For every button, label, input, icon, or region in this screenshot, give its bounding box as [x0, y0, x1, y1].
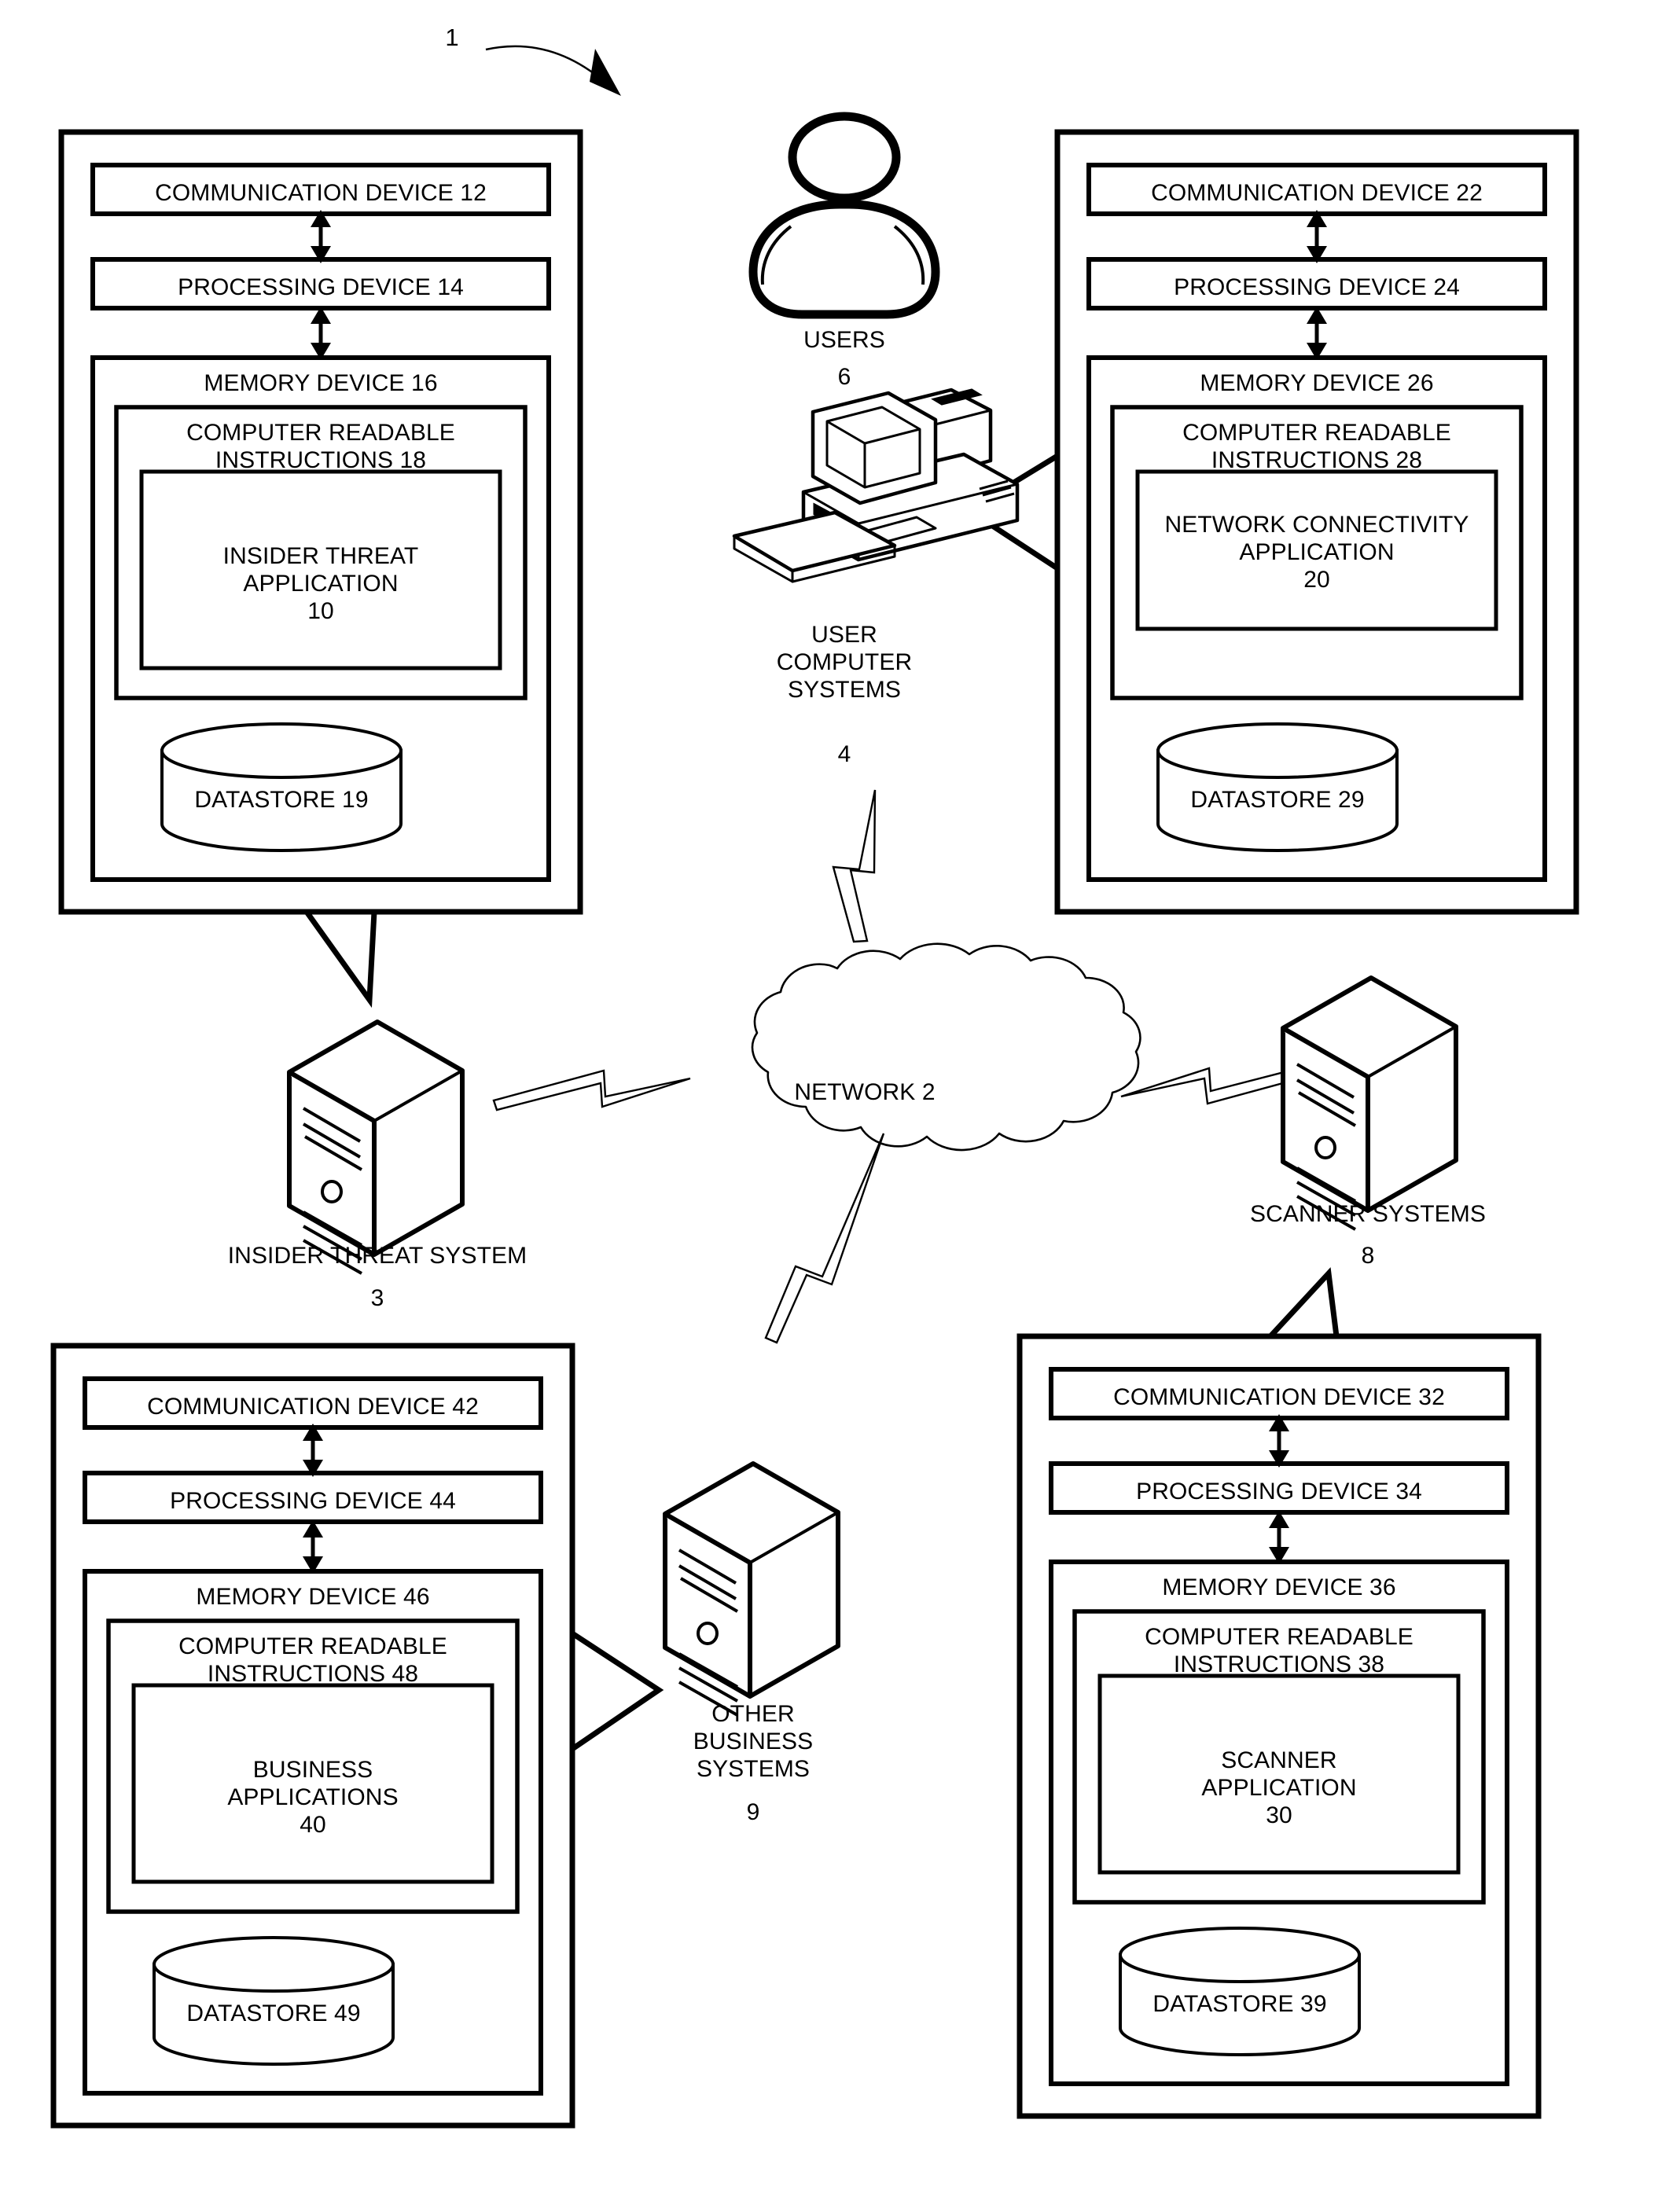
scanner-memory-device-label: MEMORY DEVICE 36	[1162, 1574, 1396, 1600]
scanner-communication-device-label: COMMUNICATION DEVICE 32	[1113, 1384, 1445, 1410]
insider-threat-datastore-label: DATASTORE 19	[194, 787, 369, 813]
user-computer-datastore-label: DATASTORE 29	[1190, 787, 1365, 813]
scanner-server-icon	[1281, 975, 1458, 1231]
network-cloud	[751, 942, 1141, 1152]
scanner-application-label: SCANNER APPLICATION 30	[1201, 1747, 1357, 1829]
scanner-datastore-label: DATASTORE 39	[1152, 1991, 1327, 2017]
other-business-application-label: BUSINESS APPLICATIONS 40	[227, 1757, 399, 1839]
network-link-bottom	[764, 1133, 885, 1344]
other-business-processing-device-label: PROCESSING DEVICE 44	[170, 1488, 456, 1514]
insider-threat-server-icon	[287, 1020, 465, 1275]
insider-threat-communication-device-label: COMMUNICATION DEVICE 12	[155, 180, 487, 206]
patent-figure-1: 1 COMMUNICATION DEVICE 12 PROCESSING DEV…	[0, 0, 1680, 2208]
scanner-processing-device-label: PROCESSING DEVICE 34	[1136, 1479, 1422, 1504]
user-computer-cri-label: COMPUTER READABLE INSTRUCTIONS 28	[1182, 420, 1451, 474]
figure-reference-arrow	[485, 45, 621, 96]
other-business-systems-label: OTHER BUSINESS SYSTEMS	[693, 1701, 814, 1783]
user-computer-communication-device-label: COMMUNICATION DEVICE 22	[1151, 180, 1483, 206]
network-link-top	[832, 789, 877, 943]
user-computer-systems-reference-numeral: 4	[837, 741, 851, 767]
insider-threat-processing-device-label: PROCESSING DEVICE 14	[178, 274, 464, 300]
insider-threat-application-label: INSIDER THREAT APPLICATION 10	[222, 543, 419, 625]
network-cloud-label: NETWORK 2	[794, 1079, 936, 1105]
other-business-memory-device-label: MEMORY DEVICE 46	[196, 1584, 430, 1610]
user-computer-application-label: NETWORK CONNECTIVITY APPLICATION 20	[1164, 512, 1469, 593]
insider-threat-cri-label: COMPUTER READABLE INSTRUCTIONS 18	[186, 420, 455, 474]
users-label: USERS	[803, 327, 885, 353]
user-computer-processing-device-label: PROCESSING DEVICE 24	[1174, 274, 1460, 300]
other-business-communication-device-label: COMMUNICATION DEVICE 42	[147, 1394, 479, 1420]
other-business-server-icon	[663, 1461, 840, 1717]
insider-threat-system-reference-numeral: 3	[370, 1285, 384, 1311]
scanner-cri-label: COMPUTER READABLE INSTRUCTIONS 38	[1145, 1624, 1413, 1678]
users-reference-numeral: 6	[837, 364, 851, 390]
insider-threat-system-label: INSIDER THREAT SYSTEM	[227, 1243, 528, 1269]
figure-reference-numeral: 1	[445, 24, 459, 51]
insider-threat-memory-device-label: MEMORY DEVICE 16	[204, 370, 438, 396]
desktop-computer-icon	[732, 388, 1020, 583]
network-link-left	[492, 1069, 691, 1111]
users-person-icon	[748, 112, 940, 319]
scanner-systems-reference-numeral: 8	[1361, 1243, 1375, 1269]
scanner-systems-label: SCANNER SYSTEMS	[1250, 1201, 1486, 1227]
other-business-systems-reference-numeral: 9	[746, 1799, 760, 1825]
other-business-datastore-label: DATASTORE 49	[186, 2000, 361, 2026]
user-computer-memory-device-label: MEMORY DEVICE 26	[1200, 370, 1434, 396]
user-computer-systems-label: USER COMPUTER SYSTEMS	[776, 622, 913, 704]
other-business-cri-label: COMPUTER READABLE INSTRUCTIONS 48	[178, 1633, 447, 1688]
